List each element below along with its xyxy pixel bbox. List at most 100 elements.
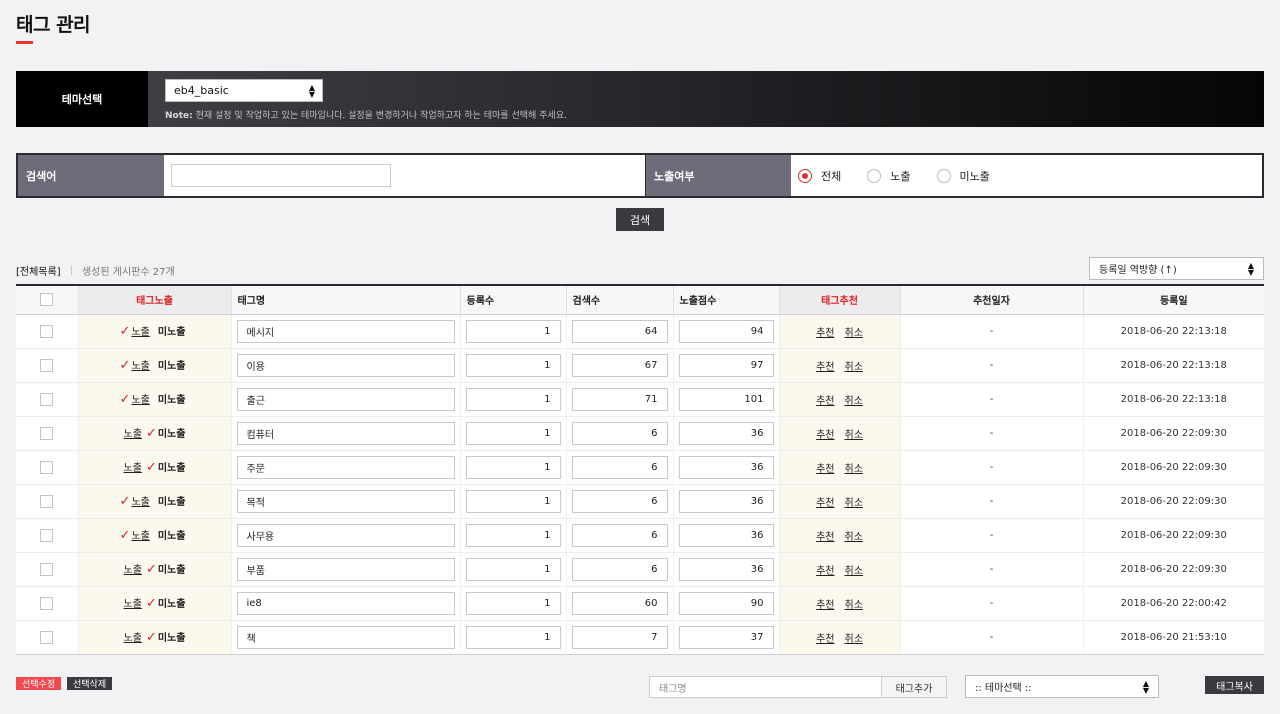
radio-all[interactable]: 전체	[798, 168, 841, 184]
expose-score-input[interactable]: 36	[678, 489, 774, 513]
expose-show-link[interactable]: 노출	[124, 633, 142, 644]
expose-hide-link[interactable]: 미노출	[158, 531, 186, 542]
expose-hide-link[interactable]: 미노출	[158, 463, 186, 474]
expose-score-input[interactable]: 36	[678, 455, 774, 479]
cancel-link[interactable]: 취소	[845, 566, 863, 577]
recommend-link[interactable]: 추천	[816, 328, 834, 339]
search-button[interactable]: 검색	[616, 208, 664, 231]
tag-name-input[interactable]: 책	[236, 625, 455, 649]
recommend-link[interactable]: 추천	[816, 464, 834, 475]
recommend-link[interactable]: 추천	[816, 396, 834, 407]
expose-score-input[interactable]: 90	[678, 591, 774, 615]
search-count-input[interactable]: 6	[571, 489, 668, 513]
reg-count-input[interactable]: 1	[465, 557, 561, 581]
row-checkbox[interactable]	[40, 324, 54, 338]
expose-score-input[interactable]: 36	[678, 421, 774, 445]
expose-show-link[interactable]: 노출	[131, 327, 149, 338]
expose-score-input[interactable]: 36	[678, 557, 774, 581]
tag-add-button[interactable]: 태그추가	[882, 676, 947, 698]
select-all-checkbox[interactable]	[40, 293, 54, 307]
expose-score-input[interactable]: 101	[678, 387, 774, 411]
search-count-input[interactable]: 6	[571, 421, 668, 445]
row-checkbox[interactable]	[40, 392, 54, 406]
reg-count-input[interactable]: 1	[465, 455, 561, 479]
cancel-link[interactable]: 취소	[845, 600, 863, 611]
recommend-link[interactable]: 추천	[816, 634, 834, 645]
expose-hide-link[interactable]: 미노출	[158, 633, 186, 644]
row-checkbox[interactable]	[40, 596, 54, 610]
row-checkbox[interactable]	[40, 358, 54, 372]
row-checkbox[interactable]	[40, 562, 54, 576]
recommend-link[interactable]: 추천	[816, 498, 834, 509]
tag-name-input[interactable]: 출근	[236, 387, 455, 411]
row-checkbox[interactable]	[40, 426, 54, 440]
search-count-input[interactable]: 71	[571, 387, 668, 411]
tag-name-input[interactable]: 이용	[236, 353, 455, 377]
new-tag-name-input[interactable]: 태그명	[649, 676, 882, 698]
cancel-link[interactable]: 취소	[845, 396, 863, 407]
tag-name-input[interactable]: 목적	[236, 489, 455, 513]
expose-show-link[interactable]: 노출	[131, 531, 149, 542]
expose-show-link[interactable]: 노출	[124, 599, 142, 610]
edit-selected-button[interactable]: 선택수정	[16, 677, 62, 690]
expose-hide-link[interactable]: 미노출	[158, 327, 186, 338]
expose-score-input[interactable]: 36	[678, 523, 774, 547]
recommend-link[interactable]: 추천	[816, 430, 834, 441]
recommend-link[interactable]: 추천	[816, 600, 834, 611]
expose-hide-link[interactable]: 미노출	[158, 497, 186, 508]
expose-score-input[interactable]: 37	[678, 625, 774, 649]
row-checkbox[interactable]	[40, 528, 54, 542]
search-count-input[interactable]: 64	[571, 319, 668, 343]
expose-hide-link[interactable]: 미노출	[158, 395, 186, 406]
reg-count-input[interactable]: 1	[465, 625, 561, 649]
recommend-link[interactable]: 추천	[816, 532, 834, 543]
expose-score-input[interactable]: 97	[678, 353, 774, 377]
all-list-link[interactable]: [전체목록]	[16, 263, 61, 278]
reg-count-input[interactable]: 1	[465, 387, 561, 411]
tag-name-input[interactable]: 주문	[236, 455, 455, 479]
copy-theme-select[interactable]: :: 테마선택 :: ▲ ▼	[965, 675, 1159, 698]
cancel-link[interactable]: 취소	[845, 634, 863, 645]
reg-count-input[interactable]: 1	[465, 523, 561, 547]
theme-select[interactable]: eb4_basic ▲ ▼	[165, 79, 323, 102]
radio-all-circle[interactable]	[798, 168, 812, 183]
delete-selected-button[interactable]: 선택삭제	[67, 677, 113, 690]
sort-select[interactable]: 등록일 역방향 (↑) ▲ ▼	[1089, 257, 1264, 280]
reg-count-input[interactable]: 1	[465, 353, 561, 377]
tag-copy-button[interactable]: 태그복사	[1205, 676, 1264, 694]
radio-show-circle[interactable]	[867, 168, 882, 183]
cancel-link[interactable]: 취소	[845, 328, 863, 339]
search-count-input[interactable]: 6	[571, 455, 668, 479]
tag-name-input[interactable]: 메시지	[236, 319, 455, 343]
expose-hide-link[interactable]: 미노출	[158, 361, 186, 372]
expose-hide-link[interactable]: 미노출	[158, 429, 186, 440]
radio-hide-circle[interactable]	[936, 168, 951, 183]
cancel-link[interactable]: 취소	[845, 532, 863, 543]
tag-name-input[interactable]: 부품	[236, 557, 455, 581]
cancel-link[interactable]: 취소	[845, 430, 863, 441]
keyword-input[interactable]	[171, 164, 391, 187]
tag-name-input[interactable]: 사무용	[236, 523, 455, 547]
tag-name-input[interactable]: 컴퓨터	[236, 421, 455, 445]
cancel-link[interactable]: 취소	[845, 464, 863, 475]
cancel-link[interactable]: 취소	[845, 498, 863, 509]
search-count-input[interactable]: 6	[571, 523, 668, 547]
expose-score-input[interactable]: 94	[678, 319, 774, 343]
expose-show-link[interactable]: 노출	[131, 361, 149, 372]
search-count-input[interactable]: 67	[571, 353, 668, 377]
cancel-link[interactable]: 취소	[845, 362, 863, 373]
radio-hide[interactable]: 미노출	[936, 168, 990, 184]
reg-count-input[interactable]: 1	[465, 421, 561, 445]
recommend-link[interactable]: 추천	[816, 362, 834, 373]
expose-show-link[interactable]: 노출	[124, 429, 142, 440]
expose-show-link[interactable]: 노출	[131, 497, 149, 508]
expose-show-link[interactable]: 노출	[124, 565, 142, 576]
expose-show-link[interactable]: 노출	[131, 395, 149, 406]
search-count-input[interactable]: 60	[571, 591, 668, 615]
row-checkbox[interactable]	[40, 630, 54, 644]
expose-hide-link[interactable]: 미노출	[158, 565, 186, 576]
search-count-input[interactable]: 6	[571, 557, 668, 581]
row-checkbox[interactable]	[40, 460, 54, 474]
reg-count-input[interactable]: 1	[465, 319, 561, 343]
tag-name-input[interactable]: ie8	[236, 591, 455, 615]
